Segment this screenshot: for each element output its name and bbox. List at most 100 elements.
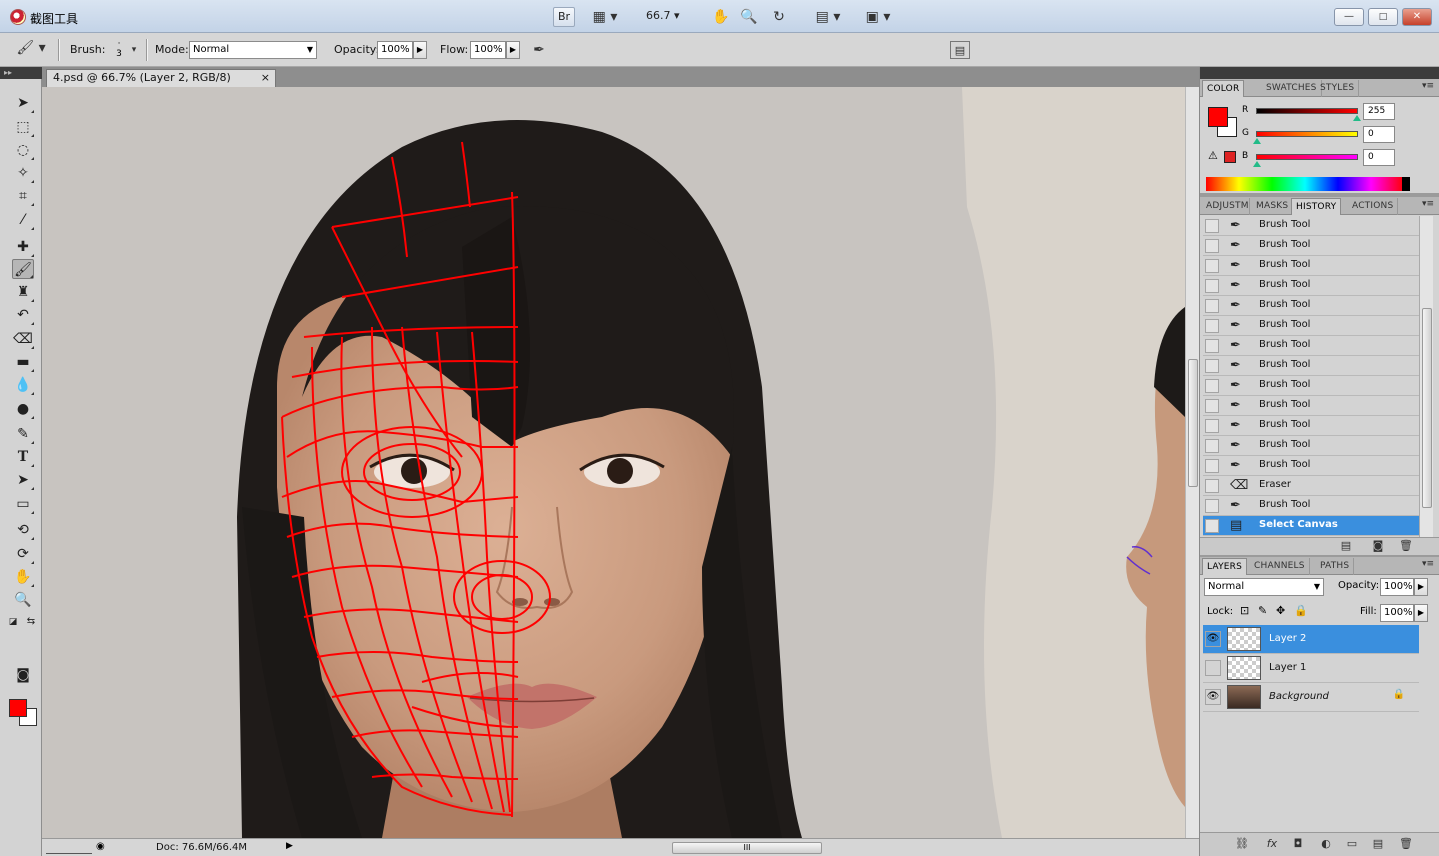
history-item[interactable]: ✒ Brush Tool bbox=[1203, 436, 1419, 456]
tab-actions[interactable]: ACTIONS bbox=[1348, 198, 1399, 215]
red-slider[interactable] bbox=[1256, 108, 1358, 114]
layer-thumbnail[interactable] bbox=[1227, 656, 1261, 680]
history-item[interactable]: ✒ Brush Tool bbox=[1203, 316, 1419, 336]
history-item[interactable]: ✒ Brush Tool bbox=[1203, 256, 1419, 276]
tab-color[interactable]: COLOR bbox=[1202, 80, 1245, 97]
panel-menu-icon[interactable]: ▾≡ bbox=[1422, 199, 1434, 209]
history-source-checkbox[interactable] bbox=[1205, 339, 1219, 353]
layer-row[interactable]: 👁 Layer 2 bbox=[1203, 625, 1419, 654]
blue-slider[interactable] bbox=[1256, 154, 1358, 160]
history-scrollbar[interactable] bbox=[1419, 216, 1433, 538]
rotate-view-icon[interactable]: ↻ bbox=[768, 8, 790, 26]
layer-name[interactable]: Background bbox=[1269, 691, 1329, 702]
pen-tool-icon[interactable]: ✎ bbox=[12, 424, 34, 444]
history-item[interactable]: ✒ Brush Tool bbox=[1203, 236, 1419, 256]
dock-grip[interactable] bbox=[1200, 67, 1439, 79]
layer-visibility-eye-icon[interactable] bbox=[1205, 660, 1221, 676]
tab-masks[interactable]: MASKS bbox=[1252, 198, 1294, 215]
3d-rotate-icon[interactable]: ⟲ bbox=[12, 520, 34, 540]
create-document-icon[interactable]: ▤ bbox=[1336, 539, 1356, 552]
layer-opacity-arrow[interactable]: ▶ bbox=[1414, 578, 1428, 596]
history-source-checkbox[interactable] bbox=[1205, 319, 1219, 333]
history-item[interactable]: ✒ Brush Tool bbox=[1203, 356, 1419, 376]
brush-tool-icon[interactable]: 🖌 bbox=[12, 259, 34, 279]
shape-tool-icon[interactable]: ▭ bbox=[12, 494, 34, 514]
panel-menu-icon[interactable]: ▾≡ bbox=[1422, 559, 1434, 569]
tools-panel-grip[interactable]: ▸▸ bbox=[0, 67, 42, 79]
default-colors-icon[interactable]: ◪ bbox=[6, 612, 20, 632]
eyedropper-icon[interactable]: ⁄ bbox=[12, 210, 34, 230]
status-zoom-field[interactable] bbox=[46, 842, 92, 854]
move-tool-icon[interactable]: ➤ bbox=[12, 93, 34, 113]
history-item[interactable]: ⌫ Eraser bbox=[1203, 476, 1419, 496]
tab-adjustments[interactable]: ADJUSTM bbox=[1202, 198, 1250, 215]
blur-tool-icon[interactable]: 💧 bbox=[12, 375, 34, 395]
history-item[interactable]: ▤ Select Canvas bbox=[1203, 516, 1419, 536]
mode-dropdown[interactable]: Normal ▼ bbox=[189, 41, 317, 59]
history-item[interactable]: ✒ Brush Tool bbox=[1203, 376, 1419, 396]
history-item[interactable]: ✒ Brush Tool bbox=[1203, 216, 1419, 236]
eraser-tool-icon[interactable]: ⌫ bbox=[12, 329, 34, 349]
red-slider-caret[interactable] bbox=[1353, 115, 1361, 121]
history-source-checkbox[interactable] bbox=[1205, 399, 1219, 413]
history-source-checkbox[interactable] bbox=[1205, 359, 1219, 373]
history-item[interactable]: ✒ Brush Tool bbox=[1203, 416, 1419, 436]
gamut-warning-icon[interactable]: ⚠ bbox=[1208, 149, 1218, 162]
new-layer-icon[interactable]: ▤ bbox=[1368, 837, 1388, 850]
history-source-checkbox[interactable] bbox=[1205, 379, 1219, 393]
gamut-color-swatch[interactable] bbox=[1224, 151, 1236, 163]
type-tool-icon[interactable]: T bbox=[12, 447, 34, 467]
history-source-checkbox[interactable] bbox=[1205, 439, 1219, 453]
layer-name[interactable]: Layer 1 bbox=[1269, 662, 1306, 673]
foreground-color-swatch[interactable] bbox=[9, 699, 27, 717]
history-item[interactable]: ✒ Brush Tool bbox=[1203, 336, 1419, 356]
close-tab-icon[interactable]: × bbox=[261, 70, 270, 86]
green-value-input[interactable]: 0 bbox=[1363, 126, 1395, 143]
tool-preset-picker[interactable]: 🖌 ▾ bbox=[14, 39, 48, 57]
zoom-tool-icon[interactable]: 🔍 bbox=[738, 8, 760, 26]
lock-pixels-icon[interactable]: ✎ bbox=[1258, 604, 1267, 617]
opacity-slider-arrow[interactable]: ▶ bbox=[413, 41, 427, 59]
opacity-input[interactable]: 100% bbox=[377, 41, 413, 59]
color-foreground-swatch[interactable] bbox=[1208, 107, 1228, 127]
document-tab[interactable]: 4.psd @ 66.7% (Layer 2, RGB/8) × bbox=[46, 69, 276, 87]
3d-orbit-icon[interactable]: ⟳ bbox=[12, 544, 34, 564]
vertical-scrollbar[interactable] bbox=[1185, 87, 1199, 838]
tab-styles[interactable]: STYLES bbox=[1316, 80, 1360, 97]
history-source-checkbox[interactable] bbox=[1205, 419, 1219, 433]
document-canvas[interactable] bbox=[42, 87, 1185, 838]
blue-value-input[interactable]: 0 bbox=[1363, 149, 1395, 166]
history-scroll-thumb[interactable] bbox=[1422, 308, 1432, 508]
history-item[interactable]: ✒ Brush Tool bbox=[1203, 456, 1419, 476]
minimize-button[interactable]: — bbox=[1334, 8, 1364, 26]
new-group-icon[interactable]: ▭ bbox=[1342, 837, 1362, 850]
history-source-checkbox[interactable] bbox=[1205, 519, 1219, 533]
lock-all-icon[interactable]: 🔒 bbox=[1294, 604, 1308, 617]
adjustment-layer-icon[interactable]: ◐ bbox=[1316, 837, 1336, 850]
history-source-checkbox[interactable] bbox=[1205, 459, 1219, 473]
dodge-tool-icon[interactable]: ● bbox=[12, 399, 34, 419]
history-item[interactable]: ✒ Brush Tool bbox=[1203, 396, 1419, 416]
tab-paths[interactable]: PATHS bbox=[1316, 558, 1355, 575]
tab-layers[interactable]: LAYERS bbox=[1202, 558, 1248, 575]
spectrum-black[interactable] bbox=[1402, 177, 1410, 191]
status-info-icon[interactable]: ◉ bbox=[96, 841, 105, 852]
tab-history[interactable]: HISTORY bbox=[1291, 198, 1342, 215]
history-source-checkbox[interactable] bbox=[1205, 279, 1219, 293]
lock-transparency-icon[interactable]: ⊡ bbox=[1240, 604, 1249, 617]
history-source-checkbox[interactable] bbox=[1205, 239, 1219, 253]
quick-mask-icon[interactable]: ◙ bbox=[12, 665, 34, 685]
layer-row[interactable]: 👁 Background 🔒 bbox=[1203, 683, 1419, 712]
brush-panel-icon[interactable]: ▤ bbox=[950, 41, 970, 59]
fill-arrow[interactable]: ▶ bbox=[1414, 604, 1428, 622]
hand-tool-icon[interactable]: ✋ bbox=[710, 8, 732, 26]
history-source-checkbox[interactable] bbox=[1205, 499, 1219, 513]
hand-tool-icon[interactable]: ✋ bbox=[12, 567, 34, 587]
airbrush-icon[interactable]: ✒ bbox=[528, 41, 550, 59]
healing-brush-icon[interactable]: ✚ bbox=[12, 237, 34, 257]
green-slider-caret[interactable] bbox=[1253, 138, 1261, 144]
layer-row[interactable]: Layer 1 bbox=[1203, 654, 1419, 683]
history-item[interactable]: ✒ Brush Tool bbox=[1203, 276, 1419, 296]
blue-slider-caret[interactable] bbox=[1253, 161, 1261, 167]
horizontal-scroll-thumb[interactable]: III bbox=[672, 842, 822, 854]
